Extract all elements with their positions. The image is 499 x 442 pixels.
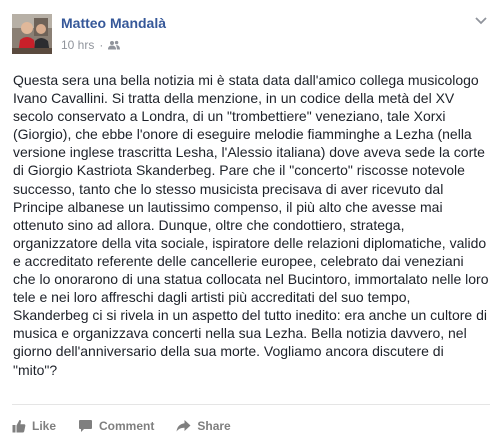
- share-arrow-icon: [176, 420, 191, 432]
- post-text-line: (Giorgio), che ebbe l'onore di eseguire …: [13, 126, 472, 143]
- post-text: Questa sera una bella notizia mi è stata…: [13, 71, 493, 379]
- post-text-line: tele e nei loro affreschi dagli artisti …: [13, 289, 411, 306]
- avatar-photo: [12, 14, 52, 54]
- avatar[interactable]: [12, 14, 52, 54]
- comment-button[interactable]: Comment: [78, 419, 154, 433]
- post-meta: 10 hrs ·: [61, 38, 121, 52]
- meta-separator: ·: [99, 38, 104, 52]
- thumbs-up-icon: [12, 419, 26, 433]
- post-text-line: organizzatore della vita sociale, ispira…: [13, 234, 487, 251]
- speech-bubble-icon: [79, 420, 93, 432]
- chevron-down-icon[interactable]: [473, 12, 489, 28]
- post-text-line: Questa sera una bella notizia mi è stata…: [13, 72, 479, 88]
- post-text-line: e accreditato referente delle cancelleri…: [13, 252, 464, 269]
- facebook-post: Matteo Mandalà 10 hrs · Questa sera una …: [0, 0, 499, 442]
- like-button[interactable]: Like: [12, 419, 56, 433]
- share-button[interactable]: Share: [176, 419, 231, 433]
- post-text-line: che lo onorarono di una statua collocata…: [13, 271, 489, 288]
- post-text-line: giorno dell'anniversario della sua morte…: [13, 343, 444, 360]
- like-label: Like: [32, 419, 57, 433]
- post-text-line: ottenuto sino ad allora. Dunque, oltre c…: [13, 216, 405, 233]
- post-timestamp[interactable]: 10 hrs: [61, 38, 94, 52]
- actions-divider: [12, 404, 490, 405]
- post-actions: Like Comment Share: [12, 416, 253, 436]
- post-text-line: di Giorgio Kastriota Skanderbeg. Pare ch…: [13, 162, 465, 179]
- friends-icon[interactable]: [108, 40, 121, 50]
- comment-label: Comment: [99, 419, 155, 433]
- author-name[interactable]: Matteo Mandalà: [61, 15, 166, 31]
- post-text-line: Principe albanese un lautissimo compenso…: [13, 198, 443, 215]
- post-text-line: musica e organizzava concerti nella sua …: [13, 325, 467, 342]
- post-text-line: successo, tanto che lo stesso musicista …: [13, 180, 444, 197]
- post-text-line: versione inglese trascritta Lesha, l'Ale…: [13, 144, 485, 161]
- post-text-line: Skanderbeg ci si rivela in un aspetto de…: [13, 307, 487, 324]
- post-text-line: Ivano Cavallini. Si tratta della menzion…: [13, 90, 455, 107]
- post-text-line: secolo conservato a Londra, di un "tromb…: [13, 108, 446, 125]
- post-text-line: "mito"?: [13, 361, 58, 378]
- share-label: Share: [197, 419, 231, 433]
